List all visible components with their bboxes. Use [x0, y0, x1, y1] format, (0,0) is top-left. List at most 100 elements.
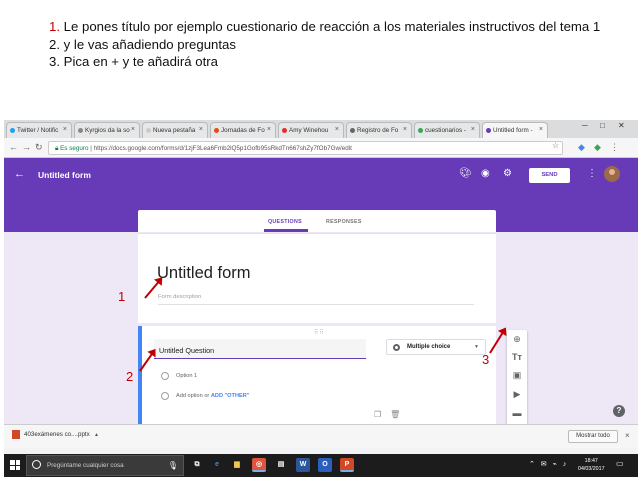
chrome-icon[interactable]: ◎ [252, 458, 266, 472]
avatar[interactable] [604, 166, 620, 182]
minimize-icon[interactable]: ─ [582, 121, 588, 130]
forms-header: ← Untitled form 🎨︎ ◉ ⚙ SEND ⋮ [4, 158, 638, 192]
instructions: 1. Le pones título por ejemplo cuestiona… [49, 18, 629, 71]
tab-responses[interactable]: RESPONSES [326, 219, 362, 225]
bookmark-star-icon[interactable]: ☆ [552, 141, 559, 150]
tab-untitled-form[interactable]: Untitled form - × [482, 122, 548, 138]
eye-icon[interactable]: ◉ [481, 168, 490, 179]
palette-icon[interactable]: 🎨︎ [459, 168, 472, 179]
extension-icon[interactable]: ◆ [594, 142, 601, 153]
question-title: Untitled Question [159, 346, 215, 355]
powerpoint-taskbar-icon[interactable]: P [340, 458, 354, 472]
tab-label: Twitter / Notific [17, 127, 59, 134]
taskbar-search-input[interactable]: Pregúntame cualquier cosa 🎙︎ [26, 455, 184, 476]
tab-label: Jornadas de Fo [221, 127, 265, 134]
edge-icon[interactable]: e [210, 458, 224, 472]
close-icon[interactable]: × [335, 126, 339, 133]
close-icon[interactable]: × [403, 126, 407, 133]
tab-nueva[interactable]: Nueva pestaña × [142, 122, 208, 138]
taskbar: Pregúntame cualquier cosa 🎙︎ ⧉ e ▆ ◎ ▤ W… [4, 454, 638, 477]
close-icon[interactable]: × [471, 126, 475, 133]
form-title[interactable]: Untitled form [157, 264, 251, 283]
tab-label: Nueva pestaña [153, 127, 196, 134]
windows-logo-icon[interactable] [10, 460, 20, 470]
show-all-button[interactable]: Mostrar todo [568, 430, 618, 443]
add-circle-icon[interactable]: ⊕ [507, 334, 527, 345]
active-tab-indicator [264, 229, 308, 232]
close-icon[interactable]: × [625, 431, 630, 440]
task-view-icon[interactable]: ⧉ [190, 458, 204, 472]
annotation-number-3: 3 [482, 352, 490, 367]
copy-icon[interactable]: ❐ [374, 410, 381, 419]
site-icon [350, 128, 355, 133]
store-icon[interactable]: ▤ [274, 458, 288, 472]
clock[interactable]: 18:47 04/03/2017 [578, 457, 605, 473]
close-icon[interactable]: × [267, 126, 271, 133]
close-icon[interactable]: × [63, 126, 67, 133]
back-icon[interactable]: ← [9, 142, 18, 152]
help-icon[interactable]: ? [613, 405, 625, 417]
add-option-row: Add option or ADD "OTHER" [176, 393, 249, 399]
gear-icon[interactable]: ⚙ [503, 168, 512, 179]
tab-label: Kyrgios da la so [85, 127, 130, 134]
word-icon[interactable]: W [296, 458, 310, 472]
search-icon [32, 460, 41, 469]
page-icon [146, 128, 151, 133]
close-icon[interactable]: × [131, 126, 135, 133]
add-other-link[interactable]: ADD "OTHER" [211, 393, 250, 399]
notifications-icon[interactable]: ▭ [616, 459, 624, 468]
option-1-label[interactable]: Option 1 [176, 373, 197, 379]
tab-registro[interactable]: Registro de Fo × [346, 122, 412, 138]
tab-amy[interactable]: Amy Winehou × [278, 122, 344, 138]
outlook-icon[interactable]: O [318, 458, 332, 472]
video-icon[interactable]: ▶ [507, 389, 527, 400]
text-icon[interactable]: Tт [507, 352, 527, 362]
instruction-3: 3. Pica en + y te añadirá otra [49, 54, 218, 69]
send-button[interactable]: SEND [529, 168, 570, 183]
question-title-field[interactable]: Untitled Question [154, 339, 366, 359]
close-icon[interactable]: × [199, 126, 203, 133]
close-icon[interactable]: × [539, 126, 543, 133]
question-type-select[interactable]: Multiple choice ▼ [386, 339, 486, 355]
mic-icon[interactable]: 🎙︎ [168, 461, 178, 470]
chevron-up-icon[interactable]: ▲ [94, 432, 99, 438]
downloads-bar: 403exámenes co....pptx ▲ Mostrar todo × [4, 424, 638, 448]
instruction-2: 2. y le vas añadiendo preguntas [49, 36, 236, 52]
more-vert-icon[interactable]: ⋮ [587, 168, 597, 179]
question-card[interactable]: ⠿⠿ Untitled Question Multiple choice ▼ O… [138, 326, 496, 424]
tab-kyrgios[interactable]: Kyrgios da la so × [74, 122, 140, 138]
back-arrow-icon[interactable]: ← [14, 168, 25, 180]
tab-questions[interactable]: QUESTIONS [268, 219, 302, 225]
drag-handle-icon[interactable]: ⠿⠿ [314, 329, 325, 336]
reload-icon[interactable]: ↻ [35, 142, 43, 153]
chevron-down-icon: ▼ [474, 344, 479, 350]
site-icon [214, 128, 219, 133]
url-input[interactable]: 🔒︎ Es seguro | https://docs.google.com/f… [48, 141, 563, 155]
forward-icon[interactable]: → [22, 142, 31, 152]
window-close-icon[interactable]: ✕ [618, 121, 625, 130]
file-explorer-icon[interactable]: ▆ [230, 458, 244, 472]
tab-twitter[interactable]: Twitter / Notific × [6, 122, 72, 138]
question-toolbar: ⊕ Tт ▣ ▶ ▬ [507, 330, 527, 424]
tab-label: cuestionarios - [425, 127, 466, 134]
annotation-number-1: 1 [118, 289, 126, 304]
question-tools: ❐ 🗑︎ [374, 410, 400, 419]
menu-icon[interactable]: ⋮ [610, 142, 619, 153]
clock-time: 18:47 [584, 458, 598, 464]
doc-title[interactable]: Untitled form [38, 170, 91, 180]
maximize-icon[interactable]: □ [600, 121, 605, 130]
image-icon[interactable]: ▣ [507, 370, 527, 381]
form-description[interactable]: Form description [158, 294, 201, 300]
download-item[interactable]: 403exámenes co....pptx [12, 430, 90, 439]
add-option-link[interactable]: Add option [176, 393, 203, 399]
section-icon[interactable]: ▬ [507, 408, 527, 418]
tab-label: Registro de Fo [357, 127, 399, 134]
radio-icon [393, 344, 400, 351]
delete-icon[interactable]: 🗑︎ [390, 410, 400, 419]
tab-cuestionarios[interactable]: cuestionarios - × [414, 122, 480, 138]
url-text: https://docs.google.com/forms/d/1zjF3Lea… [93, 145, 352, 152]
tab-label: Untitled form - [493, 127, 533, 134]
extension-icon[interactable]: ◆ [578, 142, 585, 153]
secure-label: Es seguro [60, 145, 89, 152]
tab-jornadas[interactable]: Jornadas de Fo × [210, 122, 276, 138]
